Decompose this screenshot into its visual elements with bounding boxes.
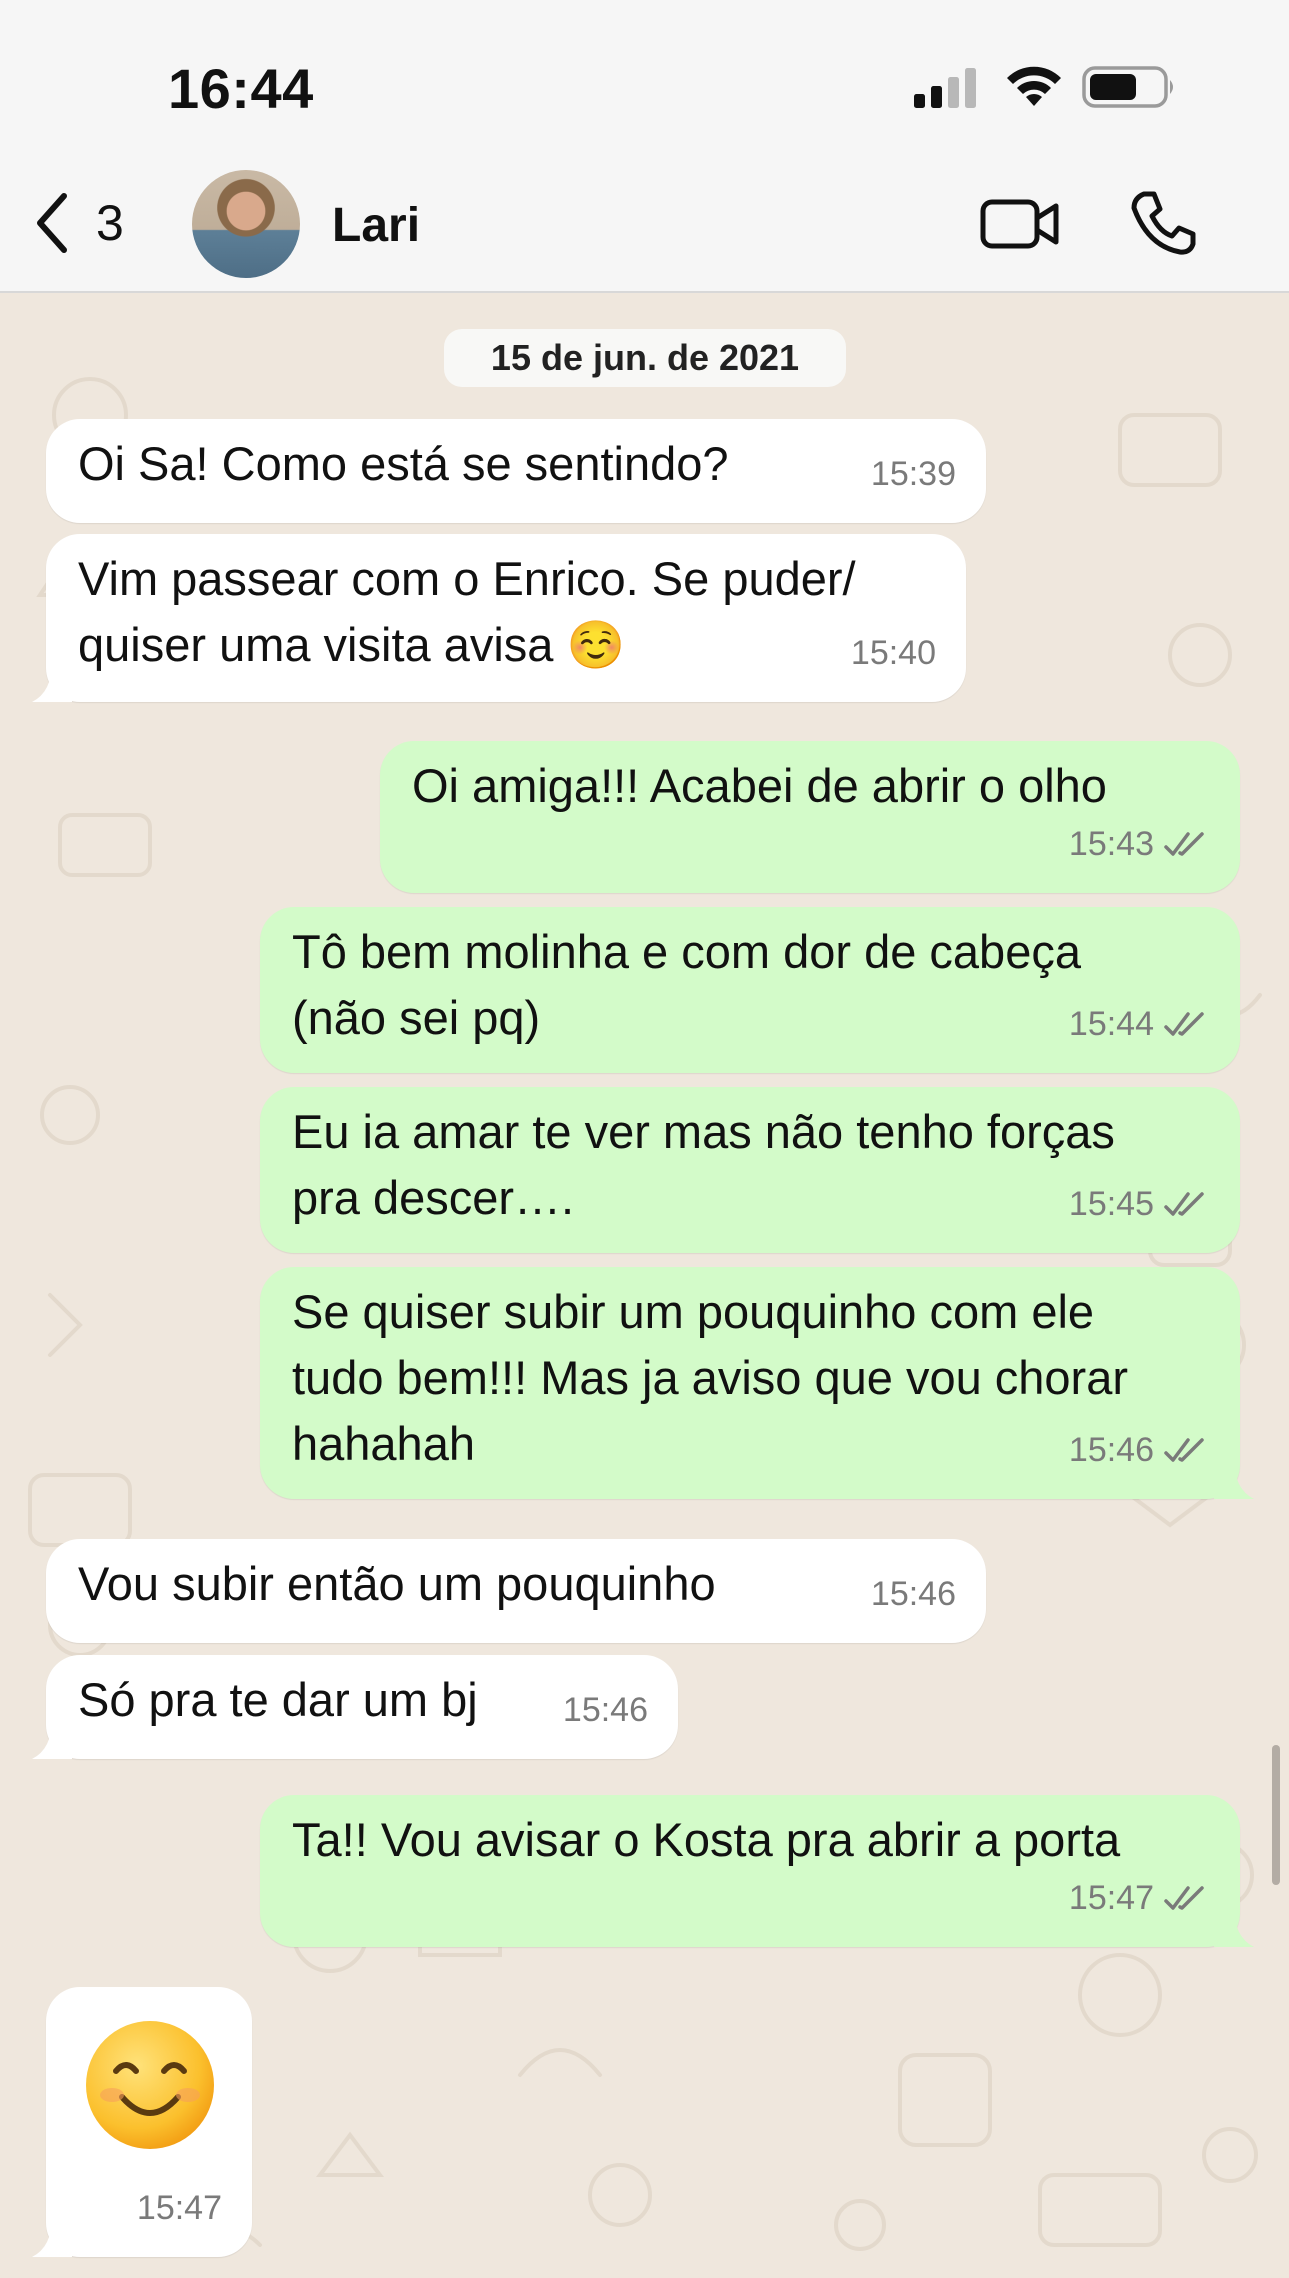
message-meta: 15:46 (563, 1677, 648, 1743)
message-time: 15:45 (1068, 1185, 1154, 1223)
message-line: Se quiser subir um pouquinho com ele (292, 1285, 1095, 1338)
message-line: Eu ia amar te ver mas não tenho forças (292, 1105, 1115, 1158)
message-text: Ta!! Vou avisar o Kosta pra abrir a port… (292, 1813, 1121, 1866)
message-line: quiser uma visita avisa ☺️ (78, 618, 625, 671)
message-time: 15:44 (1068, 1005, 1154, 1043)
message-text: Só pra te dar um bj (78, 1673, 478, 1726)
message-line: pra descer…. (292, 1171, 575, 1224)
incoming-message[interactable]: Só pra te dar um bj 15:46 (32, 1655, 678, 1759)
wifi-icon (1007, 66, 1061, 106)
bubble-tail (1214, 1459, 1254, 1499)
chat-header: 3 Lari (0, 160, 1289, 293)
status-time: 16:44 (168, 57, 314, 120)
message-time: 15:39 (870, 455, 956, 493)
message-text: Oi amiga!!! Acabei de abrir o olho (412, 759, 1107, 812)
message-line: Tô bem molinha e com dor de cabeça (292, 925, 1081, 978)
message-time: 15:40 (850, 634, 936, 672)
message-text: Eu ia amar te ver mas não tenho forças p… (292, 1099, 1115, 1231)
battery-icon (1082, 66, 1173, 108)
message-text: Vim passear com o Enrico. Se puder/ quis… (78, 546, 856, 678)
video-camera-icon[interactable] (980, 194, 1060, 254)
incoming-message[interactable]: Vim passear com o Enrico. Se puder/ quis… (32, 534, 966, 702)
message-meta: 15:46 (1069, 1417, 1210, 1483)
message-time: 15:46 (562, 1691, 648, 1729)
message-line: Vim passear com o Enrico. Se puder/ (78, 552, 856, 605)
status-bar: 16:44 (0, 0, 1289, 160)
back-chevron-icon (37, 193, 67, 253)
outgoing-message[interactable]: Se quiser subir um pouquinho com ele tud… (260, 1267, 1254, 1499)
message-text: Tô bem molinha e com dor de cabeça (não … (292, 919, 1081, 1051)
message-text: Oi Sa! Como está se sentindo? (78, 437, 729, 490)
message-meta: 15:43 (1069, 811, 1210, 877)
outgoing-message[interactable]: Oi amiga!!! Acabei de abrir o olho 15:43 (380, 741, 1240, 893)
bubble-tail (32, 1719, 72, 1759)
outgoing-message[interactable]: Tô bem molinha e com dor de cabeça (não … (260, 907, 1240, 1073)
message-time: 15:46 (1068, 1431, 1154, 1469)
smiling-face-icon (86, 2021, 214, 2149)
message-meta: 15:40 (851, 620, 936, 686)
message-time: 15:46 (870, 1575, 956, 1613)
message-meta: 15:44 (1069, 991, 1210, 1057)
message-time: 15:43 (1068, 825, 1154, 863)
message-meta: 15:39 (871, 441, 956, 507)
unread-count: 3 (96, 195, 124, 251)
message-meta: 15:46 (871, 1561, 956, 1627)
scrollbar[interactable] (1272, 1745, 1280, 1885)
bubble-tail (1214, 1907, 1254, 1947)
message-time: 15:47 (136, 2189, 222, 2227)
contact-avatar[interactable] (192, 170, 300, 278)
outgoing-message[interactable]: Eu ia amar te ver mas não tenho forças p… (260, 1087, 1240, 1253)
contact-name[interactable]: Lari (332, 198, 420, 253)
double-check-icon (1164, 1438, 1204, 1462)
double-check-icon (1164, 1192, 1204, 1216)
message-line: tudo bem!!! Mas ja aviso que vou chorar (292, 1351, 1128, 1404)
date-chip: 15 de jun. de 2021 (444, 329, 846, 387)
message-meta: 15:47 (1069, 1865, 1210, 1931)
incoming-message[interactable]: Vou subir então um pouquinho 15:46 (46, 1539, 986, 1643)
double-check-icon (1164, 1012, 1204, 1036)
outgoing-message[interactable]: Ta!! Vou avisar o Kosta pra abrir a port… (260, 1795, 1254, 1947)
incoming-emoji-message[interactable]: 15:47 (32, 1987, 252, 2257)
double-check-icon (1164, 832, 1204, 856)
message-meta: 15:47 (137, 2175, 222, 2241)
incoming-message[interactable]: Oi Sa! Como está se sentindo? 15:39 (46, 419, 986, 523)
chat-area[interactable]: 15 de jun. de 2021 Oi Sa! Como está se s… (0, 295, 1289, 2278)
message-time: 15:47 (1068, 1879, 1154, 1917)
signal-icon (914, 68, 976, 108)
bubble-tail (32, 662, 72, 702)
phone-icon[interactable] (1130, 190, 1196, 256)
message-text: Vou subir então um pouquinho (78, 1557, 716, 1610)
message-meta: 15:45 (1069, 1171, 1210, 1237)
back-button[interactable]: 3 (32, 188, 152, 258)
double-check-icon (1164, 1886, 1204, 1910)
message-text: Se quiser subir um pouquinho com ele tud… (292, 1279, 1128, 1477)
message-line: (não sei pq) (292, 991, 541, 1044)
bubble-tail (32, 2217, 72, 2257)
message-line: hahahah (292, 1417, 475, 1470)
